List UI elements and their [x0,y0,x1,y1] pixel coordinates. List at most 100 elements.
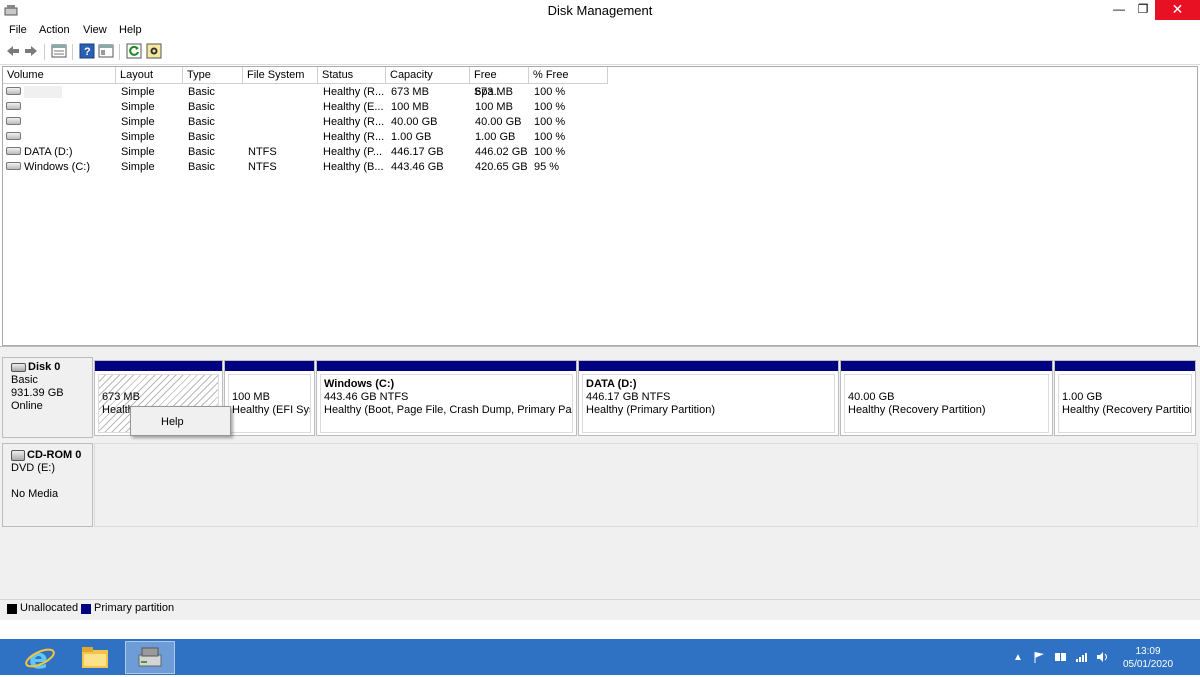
type-cell: Basic [188,101,215,113]
layout-cell: Simple [121,161,155,173]
menu-help[interactable]: Help [119,24,142,36]
partition-title [102,378,218,391]
column-header-type[interactable]: Type [183,67,243,84]
percent-free-cell: 95 % [534,161,560,173]
partition-block[interactable]: 1.00 GB Healthy (Recovery Partition) [1054,360,1196,436]
column-header-free-space[interactable]: Free Spa... [470,67,529,98]
menu-file[interactable]: File [9,24,27,36]
help-icon[interactable]: ? [79,43,95,59]
partition-status: Healthy (Recovery Partition) [848,404,986,416]
partition-status: Healthy (EFI Syste [232,404,310,416]
status-cell: Healthy (R... [323,131,385,143]
action-center-flag-icon[interactable] [1033,651,1045,663]
partition-info: Windows (C:) 443.46 GB NTFS Healthy (Boo… [320,374,573,433]
free-space-cell: 446.02 GB [475,146,528,158]
file-system-cell: NTFS [248,146,277,158]
disk-0-label[interactable]: Disk 0 Basic 931.39 GB Online [2,357,93,438]
back-arrow-icon[interactable] [5,43,21,59]
table-row[interactable]: Simple Basic Healthy (R... 1.00 GB 1.00 … [3,130,1193,145]
legend-label-unallocated: Unallocated [20,602,79,614]
layout-cell: Simple [121,86,155,98]
refresh-icon[interactable] [126,43,142,59]
drive-icon [6,162,21,171]
network-icon[interactable] [1054,651,1067,663]
signal-icon[interactable] [1075,651,1087,663]
partition-info: DATA (D:) 446.17 GB NTFS Healthy (Primar… [582,374,835,433]
clock-time: 13:09 [1135,646,1161,657]
close-button[interactable]: ✕ [1155,0,1200,20]
capacity-cell: 446.17 GB [391,146,444,158]
column-header-file-system[interactable]: File System [243,67,318,84]
partition-type-bar [95,361,222,371]
disk-state: Online [11,400,43,412]
partition-status: Healthy (Recovery Partition) [1062,404,1192,416]
partition-title [848,378,1048,391]
partition-size: 443.46 GB NTFS [324,391,409,403]
column-header-volume[interactable]: Volume [3,67,116,84]
drive-icon [6,132,21,141]
disk-management-icon[interactable] [125,641,175,674]
table-row[interactable]: Simple Basic Healthy (E... 100 MB 100 MB… [3,100,1193,115]
menu-action[interactable]: Action [39,24,70,36]
table-row[interactable]: DATA (D:) Simple Basic NTFS Healthy (P..… [3,145,1193,160]
column-header-percent-free[interactable]: % Free [529,67,608,84]
drive-icon [6,147,21,156]
cdrom-0-label[interactable]: CD-ROM 0 DVD (E:) No Media [2,443,93,527]
table-row[interactable]: Simple Basic Healthy (R... 673 MB 673 MB… [3,85,1193,100]
settings-icon[interactable] [146,43,162,59]
forward-arrow-icon[interactable] [23,43,39,59]
capacity-cell: 100 MB [391,101,429,113]
show-hidden-icons-icon[interactable]: ▲ [1013,652,1023,663]
partition-block[interactable]: 100 MB Healthy (EFI Syste [224,360,315,436]
percent-free-cell: 100 % [534,131,566,143]
column-header-capacity[interactable]: Capacity [386,67,470,84]
column-header-status[interactable]: Status [318,67,386,84]
title-bar[interactable]: Disk Management — ❐ ✕ [0,0,1200,21]
window-title: Disk Management [547,3,653,18]
system-clock[interactable]: 13:09 05/01/2020 [1118,645,1178,671]
partition-type-bar [841,361,1052,371]
volume-list[interactable]: Volume Layout Type File System Status Ca… [2,66,1198,346]
file-explorer-icon[interactable] [70,641,120,674]
partition-block[interactable]: DATA (D:) 446.17 GB NTFS Healthy (Primar… [578,360,839,436]
column-header-layout[interactable]: Layout [116,67,183,84]
partition-block[interactable]: Windows (C:) 443.46 GB NTFS Healthy (Boo… [316,360,577,436]
partition-block[interactable]: 40.00 GB Healthy (Recovery Partition) [840,360,1053,436]
partition-status: Healthy (Primary Partition) [586,404,715,416]
table-row[interactable]: Simple Basic Healthy (R... 40.00 GB 40.0… [3,115,1193,130]
status-cell: Healthy (R... [323,116,385,128]
disk-list-icon[interactable] [51,43,67,59]
volume-name-cell: DATA (D:) [6,145,114,160]
drive-icon [6,87,21,96]
layout-cell: Simple [121,131,155,143]
toolbar-separator [44,44,45,60]
svg-text:e: e [29,642,48,674]
table-row[interactable]: Windows (C:) Simple Basic NTFS Healthy (… [3,160,1193,175]
internet-explorer-icon[interactable]: e [15,641,65,675]
partition-type-bar [579,361,838,371]
volume-icon[interactable] [1096,651,1109,663]
menu-view[interactable]: View [83,24,107,36]
partition-info: 1.00 GB Healthy (Recovery Partition) [1058,374,1192,433]
status-cell: Healthy (P... [323,146,383,158]
minimize-button[interactable]: — [1108,0,1130,20]
restore-button[interactable]: ❐ [1132,0,1154,20]
free-space-cell: 420.65 GB [475,161,528,173]
context-menu-help[interactable]: Help [161,416,184,428]
menu-bar: File Action View Help [0,21,1200,39]
partition-type-bar [317,361,576,371]
capacity-cell: 443.46 GB [391,161,444,173]
clock-date: 05/01/2020 [1122,659,1174,670]
volume-name: DATA (D:) [24,146,73,158]
capacity-cell: 1.00 GB [391,131,432,143]
partition-type-bar [225,361,314,371]
layout-cell: Simple [121,101,155,113]
volume-name-cell: Windows (C:) [6,160,114,175]
cdrom-0-area[interactable] [94,443,1198,527]
cdrom-drive: DVD (E:) [11,462,55,474]
type-cell: Basic [188,146,215,158]
capacity-cell: 673 MB [391,86,429,98]
partition-size: 673 MB [102,391,140,403]
layout-cell: Simple [121,116,155,128]
properties-icon[interactable] [98,43,114,59]
